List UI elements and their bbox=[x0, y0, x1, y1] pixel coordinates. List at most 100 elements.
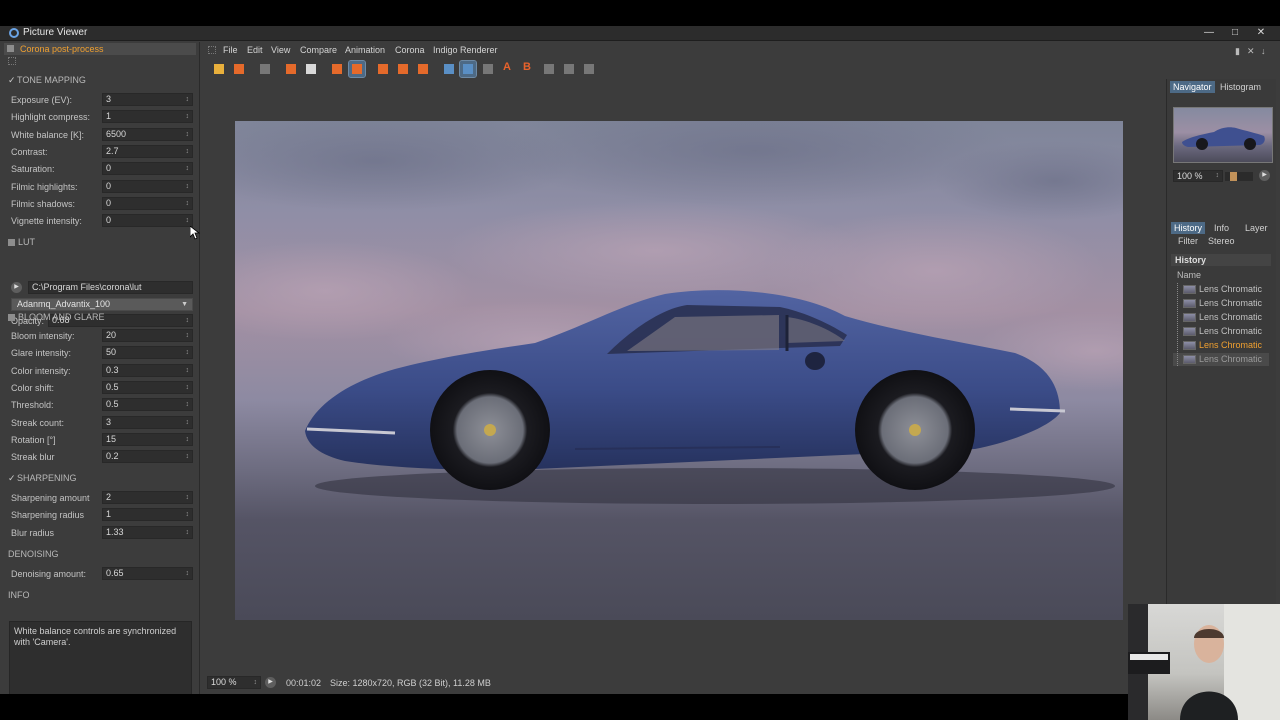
spinner-icon[interactable]: ↕ bbox=[186, 111, 190, 122]
tab-layer[interactable]: Layer bbox=[1242, 222, 1271, 234]
spinner-icon[interactable]: ↕ bbox=[186, 417, 190, 428]
panel-grip-icon[interactable] bbox=[8, 57, 16, 65]
tab-history[interactable]: History bbox=[1171, 222, 1206, 234]
history-item[interactable]: Lens Chromatic bbox=[1173, 353, 1269, 366]
pin-icon[interactable]: ▮ bbox=[1235, 46, 1240, 57]
tone-mapping-field[interactable]: 0 ↕ bbox=[102, 162, 193, 176]
spinner-icon[interactable]: ↕ bbox=[186, 163, 190, 174]
zoom-field[interactable]: 100 % ↕ bbox=[207, 676, 261, 689]
spinner-icon[interactable]: ↕ bbox=[186, 181, 190, 192]
spinner-icon[interactable]: ↕ bbox=[186, 146, 190, 157]
compare-a-icon[interactable] bbox=[375, 61, 391, 77]
sharpening-field[interactable]: 1 ↕ bbox=[102, 508, 193, 522]
tab-filter[interactable]: Filter bbox=[1175, 235, 1201, 247]
spinner-icon[interactable]: ↕ bbox=[186, 434, 190, 445]
spinner-icon[interactable]: ↕ bbox=[186, 492, 190, 503]
copy-icon[interactable] bbox=[329, 61, 345, 77]
spinner-icon[interactable]: ↕ bbox=[186, 568, 190, 579]
menu-view[interactable]: View bbox=[271, 45, 290, 55]
rendered-image[interactable] bbox=[235, 121, 1123, 620]
lut-select[interactable]: Adanmq_Advantix_100 ▼ bbox=[11, 298, 193, 311]
history-item[interactable]: Lens Chromatic bbox=[1173, 297, 1269, 310]
sharpening-field[interactable]: 1.33 ↕ bbox=[102, 525, 193, 539]
spinner-icon[interactable]: ↕ bbox=[186, 347, 190, 358]
history-item[interactable]: Lens Chromatic bbox=[1173, 325, 1269, 338]
panel-close-icon[interactable]: ✕ bbox=[1247, 46, 1255, 57]
menu-corona[interactable]: Corona bbox=[395, 45, 425, 55]
denoising-field[interactable]: 0.65 ↕ bbox=[102, 567, 193, 580]
bloom-glare-field[interactable]: 0.3 ↕ bbox=[102, 363, 193, 377]
crop-icon[interactable] bbox=[283, 61, 299, 77]
spinner-icon[interactable]: ↕ bbox=[186, 129, 190, 140]
navigator-zoom-field[interactable]: 100 % ↕ bbox=[1173, 170, 1223, 182]
spinner-icon[interactable]: ↕ bbox=[186, 365, 190, 376]
tone-mapping-field[interactable]: 0 ↕ bbox=[102, 214, 193, 228]
bloom-glare-header[interactable]: BLOOM AND GLARE bbox=[8, 312, 105, 324]
tab-navigator[interactable]: Navigator bbox=[1170, 81, 1215, 93]
maximize-icon[interactable]: □ bbox=[1222, 26, 1248, 41]
sharpening-header[interactable]: ✓SHARPENING bbox=[8, 473, 77, 485]
menu-compare[interactable]: Compare bbox=[300, 45, 337, 55]
save-icon[interactable] bbox=[231, 61, 247, 77]
bloom-glare-field[interactable]: 15 ↕ bbox=[102, 432, 193, 446]
history-item[interactable]: Lens Chromatic bbox=[1173, 311, 1269, 324]
bloom-glare-field[interactable]: 3 ↕ bbox=[102, 415, 193, 429]
spinner-icon[interactable]: ↕ bbox=[186, 509, 190, 520]
compare-b-icon[interactable] bbox=[395, 61, 411, 77]
lut-header[interactable]: LUT bbox=[8, 237, 35, 249]
tone-mapping-field[interactable]: 0 ↕ bbox=[102, 179, 193, 193]
tone-mapping-field[interactable]: 0 ↕ bbox=[102, 196, 193, 210]
menu-edit[interactable]: Edit bbox=[247, 45, 263, 55]
spinner-icon[interactable]: ↕ bbox=[186, 94, 190, 105]
tab-stereo[interactable]: Stereo bbox=[1205, 235, 1238, 247]
fit-icon[interactable] bbox=[581, 61, 597, 77]
tone-mapping-field[interactable]: 3 ↕ bbox=[102, 93, 193, 106]
history-item[interactable]: Lens Chromatic bbox=[1173, 339, 1269, 352]
ab-compare-icon[interactable] bbox=[480, 61, 496, 77]
sharpening-field[interactable]: 2 ↕ bbox=[102, 491, 193, 504]
spinner-icon[interactable]: ↕ bbox=[186, 315, 190, 326]
split-view-icon[interactable] bbox=[459, 60, 477, 78]
spinner-icon[interactable]: ↕ bbox=[186, 451, 190, 462]
grid-icon[interactable] bbox=[561, 61, 577, 77]
set-a-icon[interactable]: A bbox=[501, 61, 517, 77]
bloom-glare-field[interactable]: 50 ↕ bbox=[102, 346, 193, 360]
tone-mapping-field[interactable]: 6500 ↕ bbox=[102, 127, 193, 141]
spinner-icon[interactable]: ↕ bbox=[186, 215, 190, 226]
spinner-icon[interactable]: ↕ bbox=[186, 330, 190, 341]
open-folder-icon[interactable] bbox=[211, 61, 227, 77]
frame-icon[interactable] bbox=[541, 61, 557, 77]
bloom-glare-field[interactable]: 20 ↕ bbox=[102, 329, 193, 342]
channel-rgb-icon[interactable] bbox=[441, 61, 457, 77]
tab-histogram[interactable]: Histogram bbox=[1217, 81, 1264, 93]
navigator-go-icon[interactable]: ▶ bbox=[1259, 170, 1270, 181]
panel-down-icon[interactable]: ↓ bbox=[1261, 46, 1266, 56]
print-icon[interactable] bbox=[257, 61, 273, 77]
tab-info[interactable]: Info bbox=[1211, 222, 1232, 234]
spinner-icon[interactable]: ↕ bbox=[186, 399, 190, 410]
layers-icon[interactable] bbox=[348, 60, 366, 78]
lut-path-field[interactable]: C:\Program Files\corona\lut bbox=[28, 281, 193, 294]
zoom-apply-icon[interactable]: ▶ bbox=[265, 677, 276, 688]
bloom-glare-field[interactable]: 0.5 ↕ bbox=[102, 398, 193, 412]
bloom-glare-field[interactable]: 0.2 ↕ bbox=[102, 450, 193, 464]
close-icon[interactable]: ✕ bbox=[1248, 26, 1274, 41]
spinner-icon[interactable]: ↕ bbox=[1216, 171, 1220, 181]
tone-mapping-header[interactable]: ✓TONE MAPPING bbox=[8, 75, 86, 87]
menu-grip-icon[interactable] bbox=[208, 46, 216, 54]
denoising-header[interactable]: DENOISING bbox=[8, 549, 59, 561]
bloom-glare-field[interactable]: 0.5 ↕ bbox=[102, 380, 193, 394]
navigator-zoom-slider[interactable] bbox=[1225, 172, 1253, 181]
minimize-icon[interactable]: — bbox=[1196, 26, 1222, 41]
tone-mapping-field[interactable]: 1 ↕ bbox=[102, 110, 193, 124]
history-item[interactable]: Lens Chromatic bbox=[1173, 283, 1269, 296]
browse-play-icon[interactable]: ▶ bbox=[11, 282, 22, 293]
post-process-tab[interactable]: Corona post-process bbox=[4, 43, 196, 55]
spinner-icon[interactable]: ↕ bbox=[186, 382, 190, 393]
spinner-icon[interactable]: ↕ bbox=[186, 198, 190, 209]
menu-file[interactable]: File bbox=[223, 45, 238, 55]
menu-animation[interactable]: Animation bbox=[345, 45, 385, 55]
zoom-icon[interactable] bbox=[303, 61, 319, 77]
spinner-icon[interactable]: ↕ bbox=[186, 527, 190, 538]
compare-swap-icon[interactable] bbox=[415, 61, 431, 77]
